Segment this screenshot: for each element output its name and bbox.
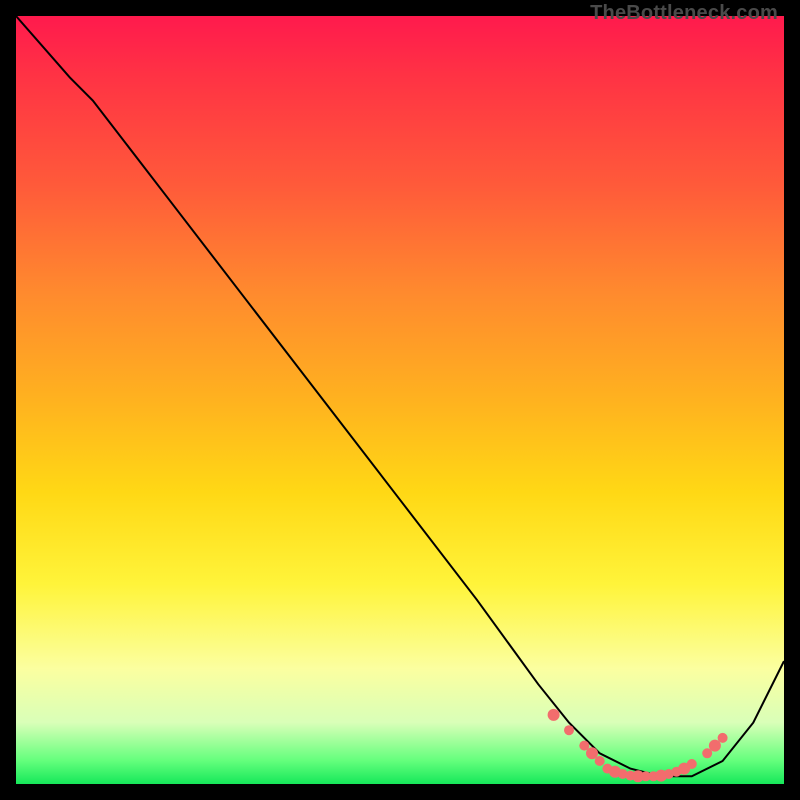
plot-area: [16, 16, 784, 784]
highlight-dot: [564, 725, 574, 735]
chart-svg: [16, 16, 784, 784]
highlight-dot: [718, 733, 728, 743]
highlight-dot: [595, 756, 605, 766]
highlight-dot: [548, 709, 560, 721]
highlight-dot: [687, 759, 697, 769]
bottleneck-curve-line: [16, 16, 784, 776]
curve-path: [16, 16, 784, 776]
chart-stage: TheBottleneck.com: [0, 0, 800, 800]
watermark-text: TheBottleneck.com: [590, 2, 778, 25]
